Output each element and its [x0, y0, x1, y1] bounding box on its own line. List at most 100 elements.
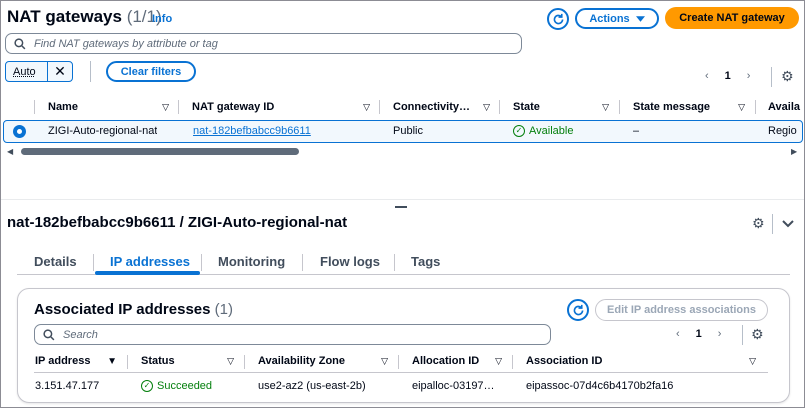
column-header-label: NAT gateway ID — [192, 101, 275, 113]
sort-icon: ▽ — [495, 355, 502, 366]
column-header-label: Availability Zone — [258, 355, 346, 367]
column-header-label: Connectivity… — [393, 101, 471, 113]
divider — [90, 61, 91, 82]
edit-ip-associations-button[interactable]: Edit IP address associations — [595, 299, 768, 321]
horizontal-scrollbar[interactable] — [21, 148, 299, 155]
active-tab-indicator — [95, 271, 200, 275]
tab-details[interactable]: Details — [34, 254, 77, 269]
cell-state-message: – — [633, 125, 640, 137]
filter-token-label[interactable]: Auto — [6, 62, 48, 81]
tab-tags[interactable]: Tags — [411, 254, 440, 269]
check-circle-icon: ✓ — [141, 380, 153, 392]
column-header-name[interactable]: Name ▽ — [48, 101, 169, 113]
sort-icon: ▽ — [483, 101, 490, 112]
column-divider — [499, 100, 500, 114]
column-header-label: State — [513, 101, 540, 113]
gear-icon[interactable]: ⚙ — [751, 326, 764, 343]
table-header-border — [34, 372, 768, 373]
page-number[interactable]: 1 — [696, 328, 702, 340]
refresh-button[interactable] — [547, 8, 569, 30]
column-header-label: Name — [48, 101, 78, 113]
gear-icon[interactable]: ⚙ — [752, 215, 765, 232]
column-header-label: Allocation ID — [412, 355, 480, 367]
search-input[interactable]: Find NAT gateways by attribute or tag — [5, 33, 522, 54]
split-panel-divider — [1, 199, 804, 200]
tab-divider — [201, 254, 202, 271]
column-divider — [178, 100, 179, 114]
create-nat-gateway-button[interactable]: Create NAT gateway — [665, 7, 799, 29]
close-icon[interactable]: ✕ — [48, 62, 72, 81]
ip-search-input[interactable]: Search — [34, 324, 551, 345]
column-divider — [127, 355, 128, 369]
tab-divider — [394, 254, 395, 271]
sort-icon: ▽ — [749, 355, 756, 366]
refresh-button[interactable] — [567, 299, 589, 321]
gear-icon[interactable]: ⚙ — [781, 68, 794, 85]
column-header-availability[interactable]: Availa — [768, 101, 804, 113]
column-header-label: State message — [633, 101, 711, 113]
status-text: Available — [529, 125, 574, 137]
clear-filters-button[interactable]: Clear filters — [106, 61, 196, 82]
cell-ip-address: 3.151.47.177 — [35, 380, 100, 392]
column-header-ip-address[interactable]: IP address ▼ — [35, 355, 117, 367]
column-header-allocation-id[interactable]: Allocation ID ▽ — [412, 355, 502, 367]
tab-ip-addresses[interactable]: IP addresses — [110, 254, 190, 269]
sort-icon: ▽ — [738, 101, 745, 112]
column-header-connectivity[interactable]: Connectivity… ▽ — [393, 101, 490, 113]
info-link[interactable]: Info — [152, 13, 172, 25]
resize-handle-icon[interactable] — [395, 206, 407, 208]
column-divider — [34, 100, 35, 114]
chevron-right-icon[interactable]: › — [718, 328, 722, 340]
section-title-count: (1) — [214, 301, 233, 318]
refresh-icon — [553, 13, 563, 24]
cell-name: ZIGI-Auto-regional-nat — [48, 125, 158, 137]
column-header-availability-zone[interactable]: Availability Zone ▽ — [258, 355, 388, 367]
actions-label: Actions — [589, 12, 630, 25]
column-divider — [398, 355, 399, 369]
refresh-icon — [573, 304, 583, 315]
scroll-right-icon[interactable]: ▶ — [791, 147, 797, 156]
nat-gateway-id-link[interactable]: nat-182befbabcc9b6611 — [193, 125, 311, 137]
ip-pagination: ‹ 1 › — [676, 328, 721, 340]
search-icon — [43, 328, 55, 340]
column-divider — [619, 100, 620, 114]
status-badge: ✓ Available — [513, 125, 573, 137]
search-placeholder: Find NAT gateways by attribute or tag — [34, 37, 218, 50]
tab-divider — [93, 254, 94, 271]
check-circle-icon: ✓ — [513, 125, 525, 137]
divider — [772, 214, 773, 234]
chevron-left-icon[interactable]: ‹ — [705, 70, 709, 82]
chevron-right-icon[interactable]: › — [747, 70, 751, 82]
search-placeholder: Search — [63, 328, 98, 341]
sort-desc-icon: ▼ — [107, 355, 117, 367]
column-header-state[interactable]: State ▽ — [513, 101, 609, 113]
tab-monitoring[interactable]: Monitoring — [218, 254, 285, 269]
tab-flow-logs[interactable]: Flow logs — [320, 254, 380, 269]
scroll-left-icon[interactable]: ◀ — [7, 147, 13, 156]
caret-down-icon — [635, 15, 645, 22]
app-frame: NAT gateways (1/1) Info Actions Create N… — [0, 0, 805, 408]
chevron-down-icon[interactable] — [782, 217, 794, 231]
page-title: NAT gateways (1/1) — [7, 7, 162, 27]
divider — [742, 325, 743, 345]
sort-icon: ▽ — [381, 355, 388, 366]
column-header-state-message[interactable]: State message ▽ — [633, 101, 745, 113]
search-icon — [14, 37, 26, 49]
column-header-nat-gateway-id[interactable]: NAT gateway ID ▽ — [192, 101, 370, 113]
chevron-left-icon[interactable]: ‹ — [676, 328, 680, 340]
section-title: Associated IP addresses (1) — [34, 301, 233, 318]
row-radio-button[interactable] — [13, 125, 26, 138]
status-badge: ✓ Succeeded — [141, 380, 212, 392]
tab-divider — [302, 254, 303, 271]
cell-availability: Regio — [768, 125, 797, 137]
column-divider — [379, 100, 380, 114]
column-header-association-id[interactable]: Association ID ▽ — [526, 355, 756, 367]
cell-connectivity: Public — [393, 125, 423, 137]
actions-button[interactable]: Actions — [575, 8, 659, 29]
column-header-status[interactable]: Status ▽ — [141, 355, 234, 367]
sort-icon: ▽ — [227, 355, 234, 366]
column-header-label: Availa — [768, 101, 801, 113]
column-divider — [244, 355, 245, 369]
page-number[interactable]: 1 — [725, 70, 731, 82]
status-text: Succeeded — [157, 380, 213, 392]
